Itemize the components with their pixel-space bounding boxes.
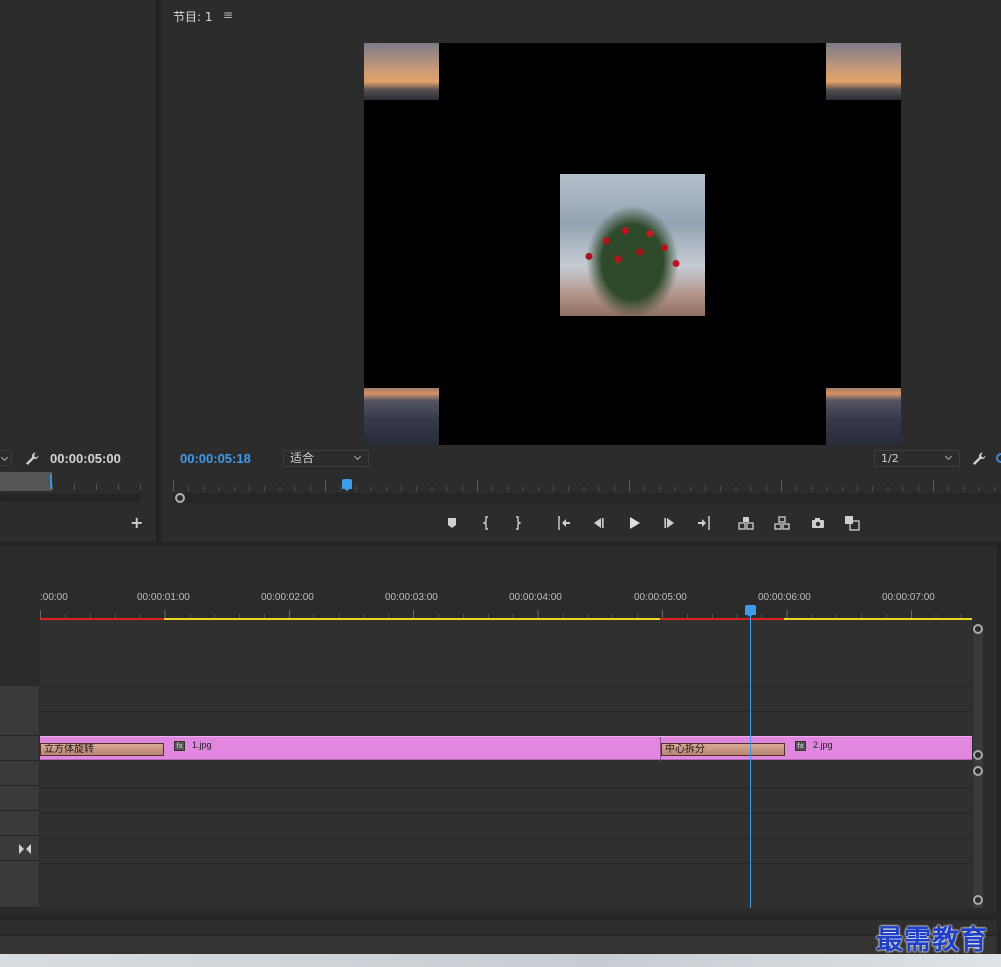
scroll-handle-top[interactable]	[973, 624, 983, 634]
program-panel-title[interactable]: 节目: 1	[173, 8, 213, 25]
desktop-edge	[0, 954, 1001, 967]
track-area[interactable]: 立方体旋转 fx 1.jpg 中心拆分 fx 2.jpg	[40, 620, 972, 908]
track-header-a2[interactable]	[0, 786, 39, 811]
cube-face-bottom-right	[826, 388, 901, 445]
program-zoom-scrollbar[interactable]	[173, 493, 1001, 503]
ruler-label: :00:00	[40, 592, 68, 603]
track-header-v2[interactable]	[0, 686, 39, 736]
wrench-icon[interactable]	[24, 451, 40, 467]
zoom-level-select[interactable]: 适合	[283, 450, 369, 467]
track-divider	[40, 813, 972, 814]
settings-indicator-icon	[996, 453, 1001, 463]
status-bar	[0, 936, 997, 954]
track-headers	[0, 686, 39, 908]
ruler-label: 00:00:02:00	[261, 592, 314, 603]
export-frame-icon[interactable]	[807, 512, 829, 534]
button-editor-button[interactable]: +	[130, 515, 143, 531]
source-ruler	[52, 484, 142, 490]
track-header-v1[interactable]	[0, 736, 39, 761]
go-to-out-icon[interactable]	[693, 512, 715, 534]
transition-center-split[interactable]: 中心拆分	[661, 743, 785, 756]
track-divider	[40, 863, 972, 864]
program-playhead-timecode[interactable]: 00:00:05:18	[180, 451, 251, 466]
comparison-view-icon[interactable]	[841, 512, 863, 534]
track-divider	[40, 686, 972, 687]
rose-image	[560, 174, 705, 316]
playback-resolution-select[interactable]: 1/2	[874, 450, 960, 467]
timeline-playhead[interactable]	[745, 605, 756, 617]
timeline-panel: :00:00 00:00:01:00 00:00:02:00 00:00:03:…	[0, 546, 997, 914]
step-forward-icon[interactable]	[659, 512, 681, 534]
track-divider	[40, 788, 972, 789]
program-viewer[interactable]	[364, 43, 901, 445]
ruler-label: 00:00:04:00	[509, 592, 562, 603]
cube-face-bottom-left	[364, 388, 439, 445]
fx-badge-icon: fx	[795, 741, 806, 751]
ruler-label: 00:00:01:00	[137, 592, 190, 603]
source-dropdown[interactable]	[0, 450, 12, 466]
ruler-label: 00:00:05:00	[634, 592, 687, 603]
cube-face-top-right	[826, 43, 901, 100]
watermark-text: 最需教育	[876, 925, 988, 956]
timeline-horizontal-scrollbar[interactable]	[0, 920, 997, 934]
wrench-icon[interactable]	[971, 451, 987, 467]
source-duration-timecode: 00:00:05:00	[50, 451, 121, 466]
mark-in-icon[interactable]	[475, 512, 497, 534]
scroll-handle-bottom[interactable]	[973, 895, 983, 905]
snap-icon[interactable]	[18, 843, 32, 855]
timeline-ruler[interactable]: :00:00 00:00:01:00 00:00:02:00 00:00:03:…	[40, 586, 972, 620]
source-scrollbar[interactable]	[0, 494, 141, 502]
ruler-label: 00:00:03:00	[385, 592, 438, 603]
go-to-in-icon[interactable]	[553, 512, 575, 534]
program-monitor-panel: 节目: 1 ≡ 00:00:05:18 适合 1/2	[161, 0, 1001, 542]
track-divider	[40, 711, 972, 712]
play-icon[interactable]	[623, 512, 645, 534]
clip-name: 1.jpg	[192, 740, 212, 750]
timeline-playhead-line	[750, 614, 751, 908]
source-monitor-panel: 00:00:05:00 +	[0, 0, 157, 542]
panel-menu-icon[interactable]: ≡	[223, 8, 233, 22]
step-back-icon[interactable]	[587, 512, 609, 534]
ruler-label: 00:00:06:00	[758, 592, 811, 603]
program-playhead[interactable]	[342, 479, 352, 491]
ruler-label: 00:00:07:00	[882, 592, 935, 603]
cube-face-top-left	[364, 43, 439, 100]
clip-name: 2.jpg	[813, 740, 833, 750]
scroll-handle-top[interactable]	[973, 766, 983, 776]
mark-out-icon[interactable]	[507, 512, 529, 534]
track-divider	[40, 838, 972, 839]
transition-cube-spin[interactable]: 立方体旋转	[40, 743, 164, 756]
scroll-handle-bottom[interactable]	[973, 750, 983, 760]
horizontal-scroll-area	[0, 914, 1001, 954]
program-time-ruler[interactable]	[173, 480, 1001, 492]
lift-icon[interactable]	[735, 512, 757, 534]
track-header-a1[interactable]	[0, 761, 39, 786]
fx-badge-icon: fx	[174, 741, 185, 751]
add-marker-icon[interactable]	[441, 512, 463, 534]
track-header-master[interactable]	[0, 861, 39, 908]
program-scroll-handle[interactable]	[175, 493, 185, 503]
extract-icon[interactable]	[771, 512, 793, 534]
ruler-ticks	[40, 610, 972, 618]
track-header-a3[interactable]	[0, 811, 39, 836]
video-track-v1[interactable]: 立方体旋转 fx 1.jpg 中心拆分 fx 2.jpg	[40, 736, 972, 761]
source-zoom-bar[interactable]	[0, 472, 52, 491]
